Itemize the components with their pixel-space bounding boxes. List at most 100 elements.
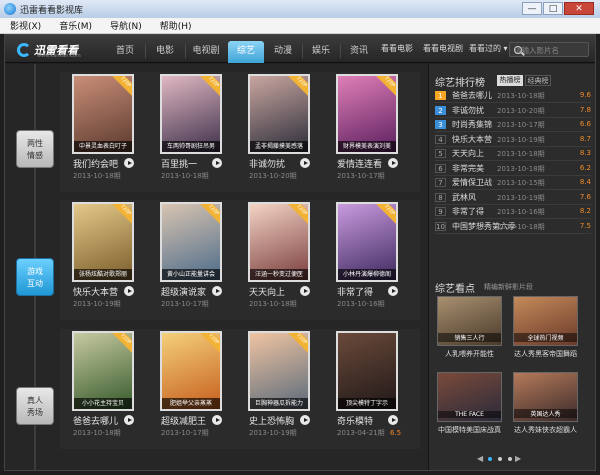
pager-dot[interactable] [488,457,492,461]
highlight-name[interactable]: 人乳喂养开能性 [437,349,502,359]
rank-name[interactable]: 非常了得 [452,206,484,217]
show-title[interactable]: 爱情连连看 [337,157,382,170]
rank-name[interactable]: 非常完美 [452,163,484,174]
kankan-logo[interactable]: 迅雷看看 www.kankan.com [17,39,97,61]
show-poster[interactable]: 巨胸神器瓜拆能力 720P [248,331,310,411]
show-poster[interactable]: 张杨炫酷对歌郑丽 720P [72,202,134,282]
show-card[interactable]: 巨胸神器瓜拆能力 720P 史上恐怖胸 2013-10-19期 [236,325,310,450]
highlight-thumbnail[interactable]: 英国达人秀 [513,372,578,422]
show-poster[interactable]: 车两帅哥剧狂吊男 720P [160,74,222,154]
ranking-item[interactable]: 2 非诚勿扰 2013-10-20期 7.8 [435,104,591,118]
link-movies[interactable]: 看看电影 [381,43,413,54]
show-poster[interactable]: 小小花主持宝贝 720P [72,331,134,411]
rank-name[interactable]: 爸爸去哪儿 [452,90,492,101]
show-poster[interactable]: 肥姐举父亲蒸蒸 720P [160,331,222,411]
play-icon[interactable] [124,158,134,168]
show-poster[interactable]: 中景灵血表白叮子 720P [72,74,134,154]
rank-name[interactable]: 天天向上 [452,148,484,159]
ranking-item[interactable]: 6 非常完美 2013-10-18期 6.2 [435,162,591,176]
show-title[interactable]: 我们约会吧 [73,157,118,170]
tab-tv[interactable]: 电视剧 [185,41,227,63]
ranking-item[interactable]: 5 天天向上 2013-10-18期 8.3 [435,147,591,161]
show-poster[interactable]: 孟非揭藤摸美感落 720P [248,74,310,154]
tab-movies[interactable]: 电影 [147,41,183,63]
close-button[interactable]: ✕ [564,2,594,15]
play-icon[interactable] [388,415,398,425]
show-title[interactable]: 非诚勿扰 [249,157,285,170]
ranking-item[interactable]: 3 时尚秀集锦 2013-10-17期 6.6 [435,118,591,132]
tab-news[interactable]: 资讯 [341,41,377,63]
play-icon[interactable] [212,415,222,425]
show-card[interactable]: 肥姐举父亲蒸蒸 720P 超级减肥王 2013-10-17期 [148,325,222,450]
highlight-item[interactable]: 英国达人秀达人秀妹侠衣超霸人 [513,372,583,435]
show-poster[interactable]: 财界模美表演刘美 720P [336,74,398,154]
show-poster[interactable]: 汪涵一秒变过便医 720P [248,202,310,282]
highlight-thumbnail[interactable]: 销售三人行 [437,296,502,346]
menu-video[interactable]: 影视(X) [10,19,41,32]
prev-arrow-icon[interactable]: ◀ [477,455,485,463]
menu-help[interactable]: 帮助(H) [160,19,192,32]
tab-ent[interactable]: 娱乐 [303,41,339,63]
play-icon[interactable] [388,158,398,168]
play-icon[interactable] [300,415,310,425]
search-box[interactable]: 请输入影片名 [509,42,589,57]
link-history[interactable]: 看看过的 ▾ [469,43,508,54]
play-icon[interactable] [300,158,310,168]
ranking-item[interactable]: 8 武林风 2013-10-19期 7.6 [435,191,591,205]
category-relationship[interactable]: 两性 情感 [16,130,54,168]
show-title[interactable]: 快乐大本营 [73,285,118,298]
rank-name[interactable]: 爱情保卫战 [452,177,492,188]
pager-dot[interactable] [498,457,502,461]
show-title[interactable]: 超级减肥王 [161,414,206,427]
show-title[interactable]: 非常了得 [337,285,373,298]
play-icon[interactable] [124,286,134,296]
menu-music[interactable]: 音乐(M) [59,19,92,32]
category-games[interactable]: 游戏 互动 [16,258,54,296]
show-title[interactable]: 奇乐模特 [337,414,373,427]
show-card[interactable]: 孟非揭藤摸美感落 720P 非诚勿扰 2013-10-20期 [236,68,310,193]
highlight-item[interactable]: 销售三人行人乳喂养开能性 [437,296,507,359]
play-icon[interactable] [124,415,134,425]
show-title[interactable]: 爸爸去哪儿 [73,414,118,427]
show-card[interactable]: 小林丹演爆柳德阁 720P 非常了得 2013-10-16期 [324,196,398,321]
rank-name[interactable]: 快乐大本营 [452,134,492,145]
play-icon[interactable] [212,158,222,168]
play-icon[interactable] [212,286,222,296]
highlight-thumbnail[interactable]: THE FACE [437,372,502,422]
show-card[interactable]: 黄小山正能量讲会 720P 超级演说家 2013-10-17期 [148,196,222,321]
show-card[interactable]: 张杨炫酷对歌郑丽 720P 快乐大本营 2013-10-19期 [60,196,134,321]
show-card[interactable]: 小小花主持宝贝 720P 爸爸去哪儿 2013-10-18期 [60,325,134,450]
ranking-item[interactable]: 9 非常了得 2013-10-16期 8.2 [435,205,591,219]
show-poster[interactable]: 小林丹演爆柳德阁 720P [336,202,398,282]
next-arrow-icon[interactable]: ▶ [515,455,523,463]
show-title[interactable]: 超级演说家 [161,285,206,298]
ranking-item[interactable]: 1 爸爸去哪儿 2013-10-18期 9.6 [435,89,591,103]
tab-classic-ranking[interactable]: 经典榜 [525,75,551,86]
highlight-item[interactable]: 全球热门视频达人秀黑客帝国舞蹈 [513,296,583,359]
rank-name[interactable]: 时尚秀集锦 [452,119,492,130]
category-reality[interactable]: 真人 秀场 [16,387,54,425]
show-poster[interactable]: 顶尖模特丁字示 [336,331,398,411]
show-card[interactable]: 车两帅哥剧狂吊男 720P 百里挑一 2013-10-18期 [148,68,222,193]
ranking-item[interactable]: 7 爱情保卫战 2013-10-15期 8.4 [435,176,591,190]
highlight-name[interactable]: 中国模特美国床战真 [437,425,502,435]
menu-navigate[interactable]: 导航(N) [110,19,142,32]
highlight-item[interactable]: THE FACE 中国模特美国床战真 [437,372,507,435]
show-card[interactable]: 汪涵一秒变过便医 720P 天天向上 2013-10-18期 [236,196,310,321]
link-tvshows[interactable]: 看看电视剧 [423,43,463,54]
ranking-item[interactable]: 10 中国梦想秀第六季 2013-10-18期 7.5 [435,220,591,234]
highlight-name[interactable]: 达人秀妹侠衣超霸人 [513,425,578,435]
rank-name[interactable]: 非诚勿扰 [452,105,484,116]
show-title[interactable]: 百里挑一 [161,157,197,170]
tab-hot-ranking[interactable]: 热播榜 [497,75,523,86]
show-card[interactable]: 顶尖模特丁字示 奇乐模特 2013-04-21期 6.5 [324,325,401,450]
tab-variety[interactable]: 综艺 [228,41,264,63]
show-card[interactable]: 中景灵血表白叮子 720P 我们约会吧 2013-10-18期 [60,68,134,193]
maximize-button[interactable]: □ [543,2,563,15]
highlight-thumbnail[interactable]: 全球热门视频 [513,296,578,346]
search-icon[interactable] [514,46,522,54]
highlight-name[interactable]: 达人秀黑客帝国舞蹈 [513,349,578,359]
minimize-button[interactable]: — [522,2,542,15]
show-card[interactable]: 财界模美表演刘美 720P 爱情连连看 2013-10-17期 [324,68,398,193]
tab-anime[interactable]: 动漫 [265,41,301,63]
